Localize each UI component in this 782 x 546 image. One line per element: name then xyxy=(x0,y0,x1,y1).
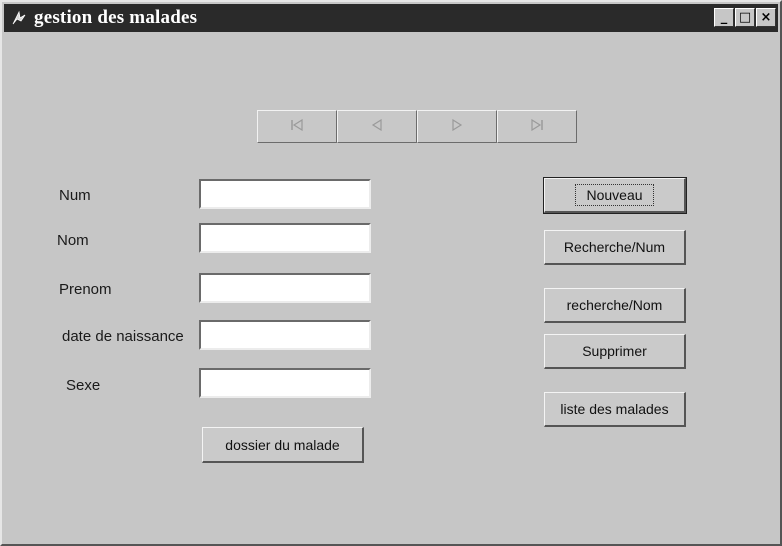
liste-malades-label: liste des malades xyxy=(560,401,669,417)
maximize-button[interactable]: □ xyxy=(735,8,755,27)
recherche-num-label: Recherche/Num xyxy=(563,239,666,255)
liste-malades-button[interactable]: liste des malades xyxy=(544,392,686,427)
prenom-field[interactable] xyxy=(199,273,371,303)
minimize-button[interactable]: _ xyxy=(714,8,734,27)
close-button[interactable]: × xyxy=(756,8,776,27)
window-title: gestion des malades xyxy=(34,7,198,28)
prenom-label: Prenom xyxy=(59,281,112,298)
nom-label: Nom xyxy=(57,232,89,249)
num-label: Num xyxy=(59,187,91,204)
title-bar[interactable]: gestion des malades _ □ × xyxy=(4,4,778,32)
recherche-nom-button[interactable]: recherche/Nom xyxy=(544,288,686,323)
previous-record-button[interactable] xyxy=(337,110,417,143)
dossier-malade-button[interactable]: dossier du malade xyxy=(202,427,364,463)
date-naissance-field[interactable] xyxy=(199,320,371,350)
num-field[interactable] xyxy=(199,179,371,209)
nouveau-label: Nouveau xyxy=(575,184,654,206)
first-record-button[interactable] xyxy=(257,110,337,143)
app-icon xyxy=(10,9,28,27)
last-record-button[interactable] xyxy=(497,110,577,143)
nouveau-button[interactable]: Nouveau xyxy=(543,177,687,214)
record-navigator xyxy=(257,110,577,143)
date-naissance-label: date de naissance xyxy=(62,328,184,345)
maximize-icon: □ xyxy=(738,10,752,25)
next-record-button[interactable] xyxy=(417,110,497,143)
supprimer-label: Supprimer xyxy=(582,343,647,359)
close-icon: × xyxy=(760,10,772,25)
minimize-icon: _ xyxy=(720,10,728,25)
sexe-label: Sexe xyxy=(66,377,101,394)
nom-field[interactable] xyxy=(199,223,371,253)
main-window: gestion des malades _ □ × Num Nom Prenom… xyxy=(0,0,782,546)
sexe-field[interactable] xyxy=(199,368,371,398)
recherche-num-button[interactable]: Recherche/Num xyxy=(544,230,686,265)
next-record-icon xyxy=(451,118,463,136)
recherche-nom-label: recherche/Nom xyxy=(566,297,663,313)
dossier-malade-label: dossier du malade xyxy=(225,436,340,453)
previous-record-icon xyxy=(371,118,383,136)
last-record-icon xyxy=(530,118,544,136)
window-controls: _ □ × xyxy=(714,8,776,27)
supprimer-button[interactable]: Supprimer xyxy=(544,334,686,369)
first-record-icon xyxy=(290,118,304,136)
